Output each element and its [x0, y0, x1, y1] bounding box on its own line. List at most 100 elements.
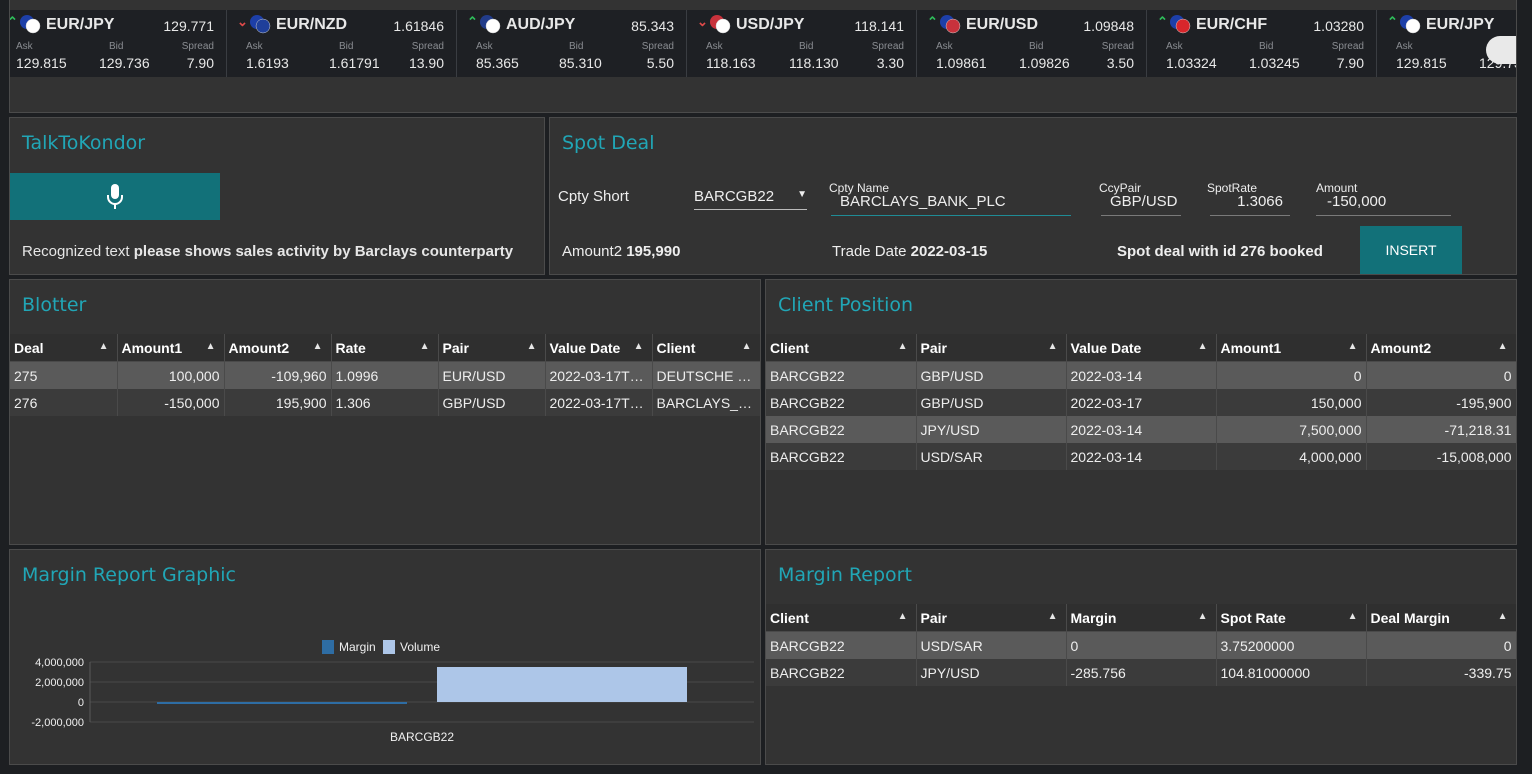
- ask-value: 85.365: [476, 55, 519, 71]
- sort-ascending-icon[interactable]: ▲: [99, 341, 109, 352]
- table-cell: -71,218.31: [1366, 416, 1517, 443]
- column-header[interactable]: Amount1 ▲: [1216, 334, 1367, 362]
- y-tick-label: 4,000,000: [35, 657, 84, 669]
- table-row[interactable]: BARCGB22 GBP/USD 2022-03-17 150,000 -195,900: [766, 389, 1517, 416]
- column-header[interactable]: Pair ▲: [438, 334, 546, 362]
- table-cell: 7,500,000: [1216, 416, 1367, 443]
- amount-field[interactable]: -150,000: [1327, 193, 1386, 210]
- blotter-table: Deal ▲ Amount1 ▲ Amount2 ▲ Rate ▲ Pair ▲ Value Dat…: [10, 334, 761, 416]
- spot-deal-panel: Spot Deal Cpty Short BARCGB22 ▼ Cpty Nam…: [549, 117, 1517, 275]
- margin-graphic-panel: Margin Report Graphic 4,000,000 2,000,000…: [9, 549, 761, 765]
- ticker-item[interactable]: ⌃ EUR/JPY 129.771 Ask Bid Spread 129.815 129.73…: [10, 10, 227, 77]
- ticker-last: 1.09848: [1083, 18, 1134, 34]
- insert-button[interactable]: INSERT: [1360, 226, 1462, 274]
- column-header[interactable]: Pair ▲: [916, 334, 1067, 362]
- column-header-label: Margin: [1070, 609, 1117, 626]
- spread-value: 3.50: [1106, 55, 1134, 71]
- cpty-short-label: Cpty Short: [558, 188, 629, 205]
- table-row[interactable]: 275 100,000 -109,960 1.0996 EUR/USD 2022-03-1…: [10, 361, 761, 389]
- spread-value: 3.30: [876, 55, 904, 71]
- bid-label: Bid: [1259, 41, 1274, 52]
- sort-ascending-icon[interactable]: ▲: [1498, 611, 1508, 622]
- spread-value: 7.90: [186, 55, 214, 71]
- table-row[interactable]: BARCGB22 JPY/USD -285.756 104.81000000 -339.…: [766, 659, 1517, 686]
- column-header[interactable]: Margin ▲: [1066, 604, 1217, 632]
- ticker-item[interactable]: ⌄ EUR/NZD 1.61846 Ask Bid Spread 1.6193 1.61791…: [231, 10, 457, 77]
- table-cell: 3.75200000: [1216, 631, 1367, 659]
- ticker-last: 1.03280: [1313, 18, 1364, 34]
- sort-ascending-icon[interactable]: ▲: [527, 341, 537, 352]
- ticker-item[interactable]: ⌄ USD/JPY 118.141 Ask Bid Spread 118.163 118.13…: [691, 10, 917, 77]
- ask-label: Ask: [1166, 41, 1183, 52]
- sort-ascending-icon[interactable]: ▲: [742, 341, 752, 352]
- sort-ascending-icon[interactable]: ▲: [1048, 611, 1058, 622]
- currency-flags-icon: [939, 14, 961, 34]
- spotrate-field[interactable]: 1.3066: [1210, 193, 1283, 210]
- column-header[interactable]: Client ▲: [766, 604, 917, 632]
- trade-date-line: Trade Date 2022-03-15: [832, 243, 987, 260]
- ask-label: Ask: [706, 41, 723, 52]
- column-header[interactable]: Client ▲: [766, 334, 917, 362]
- arrow-up-icon: ⌃: [467, 14, 478, 29]
- sort-ascending-icon[interactable]: ▲: [898, 341, 908, 352]
- sort-ascending-icon[interactable]: ▲: [1198, 611, 1208, 622]
- bid-value: 1.09826: [1019, 55, 1070, 71]
- table-cell: 1.0996: [331, 361, 439, 389]
- column-header-label: Amount2: [1370, 339, 1432, 356]
- table-row[interactable]: 276 -150,000 195,900 1.306 GBP/USD 2022-03-17…: [10, 389, 761, 416]
- column-header[interactable]: Amount2 ▲: [1366, 334, 1517, 362]
- table-row[interactable]: BARCGB22 JPY/USD 2022-03-14 7,500,000 -71,21…: [766, 416, 1517, 443]
- sort-ascending-icon[interactable]: ▲: [420, 341, 430, 352]
- sort-ascending-icon[interactable]: ▲: [898, 611, 908, 622]
- sort-ascending-icon[interactable]: ▲: [1198, 341, 1208, 352]
- table-cell: DEUTSCHE BA...: [652, 361, 761, 389]
- table-cell: -150,000: [117, 389, 225, 416]
- table-row[interactable]: BARCGB22 USD/SAR 2022-03-14 4,000,000 -15,00…: [766, 443, 1517, 470]
- column-header[interactable]: Pair ▲: [916, 604, 1067, 632]
- ask-value: 118.163: [706, 55, 756, 71]
- table-cell: 2022-03-14: [1066, 443, 1217, 470]
- column-header[interactable]: Value Date ▲: [545, 334, 653, 362]
- spotrate-underline: [1210, 215, 1290, 216]
- ask-label: Ask: [1396, 41, 1413, 52]
- cpty-name-field[interactable]: BARCLAYS_BANK_PLC: [840, 193, 1006, 210]
- client-position-table: Client ▲ Pair ▲ Value Date ▲ Amount1 ▲ Amount2 ▲ B…: [766, 334, 1517, 470]
- bar-margin[interactable]: [157, 702, 407, 704]
- table-cell: BARCGB22: [766, 416, 917, 443]
- sort-ascending-icon[interactable]: ▲: [1348, 611, 1358, 622]
- legend-swatch: [383, 640, 395, 654]
- column-header[interactable]: Rate ▲: [331, 334, 439, 362]
- table-cell: USD/SAR: [916, 443, 1067, 470]
- table-cell: 2022-03-14: [1066, 361, 1217, 389]
- sort-ascending-icon[interactable]: ▲: [206, 341, 216, 352]
- sort-ascending-icon[interactable]: ▲: [1048, 341, 1058, 352]
- ticker-item[interactable]: ⌃ AUD/JPY 85.343 Ask Bid Spread 85.365 85.310 5.…: [461, 10, 687, 77]
- column-header[interactable]: Amount2 ▲: [224, 334, 332, 362]
- table-cell: 275: [10, 361, 118, 389]
- sort-ascending-icon[interactable]: ▲: [1498, 341, 1508, 352]
- chevron-down-icon: ▼: [797, 189, 807, 200]
- spread-label: Spread: [871, 41, 904, 52]
- sort-ascending-icon[interactable]: ▲: [634, 341, 644, 352]
- bid-value: 1.03245: [1249, 55, 1300, 71]
- column-header[interactable]: Amount1 ▲: [117, 334, 225, 362]
- amount2-label: Amount2: [562, 243, 623, 260]
- column-header[interactable]: Value Date ▲: [1066, 334, 1217, 362]
- y-tick-label: -2,000,000: [31, 717, 84, 729]
- column-header[interactable]: Client ▲: [652, 334, 761, 362]
- bid-label: Bid: [569, 41, 584, 52]
- scroll-handle-icon[interactable]: [1486, 36, 1516, 64]
- table-row[interactable]: BARCGB22 GBP/USD 2022-03-14 0 0: [766, 361, 1517, 389]
- ccypair-field[interactable]: GBP/USD: [1110, 193, 1178, 210]
- column-header[interactable]: Spot Rate ▲: [1216, 604, 1367, 632]
- ticker-item[interactable]: ⌃ EUR/USD 1.09848 Ask Bid Spread 1.09861 1.0982…: [921, 10, 1147, 77]
- column-header[interactable]: Deal Margin ▲: [1366, 604, 1517, 632]
- column-header[interactable]: Deal ▲: [10, 334, 118, 362]
- sort-ascending-icon[interactable]: ▲: [313, 341, 323, 352]
- cpty-short-select[interactable]: BARCGB22 ▼: [694, 185, 807, 210]
- sort-ascending-icon[interactable]: ▲: [1348, 341, 1358, 352]
- bar-volume[interactable]: [437, 667, 687, 702]
- table-row[interactable]: BARCGB22 USD/SAR 0 3.75200000 0: [766, 631, 1517, 659]
- ticker-item[interactable]: ⌃ EUR/CHF 1.03280 Ask Bid Spread 1.03324 1.0324…: [1151, 10, 1377, 77]
- microphone-button[interactable]: [10, 173, 220, 220]
